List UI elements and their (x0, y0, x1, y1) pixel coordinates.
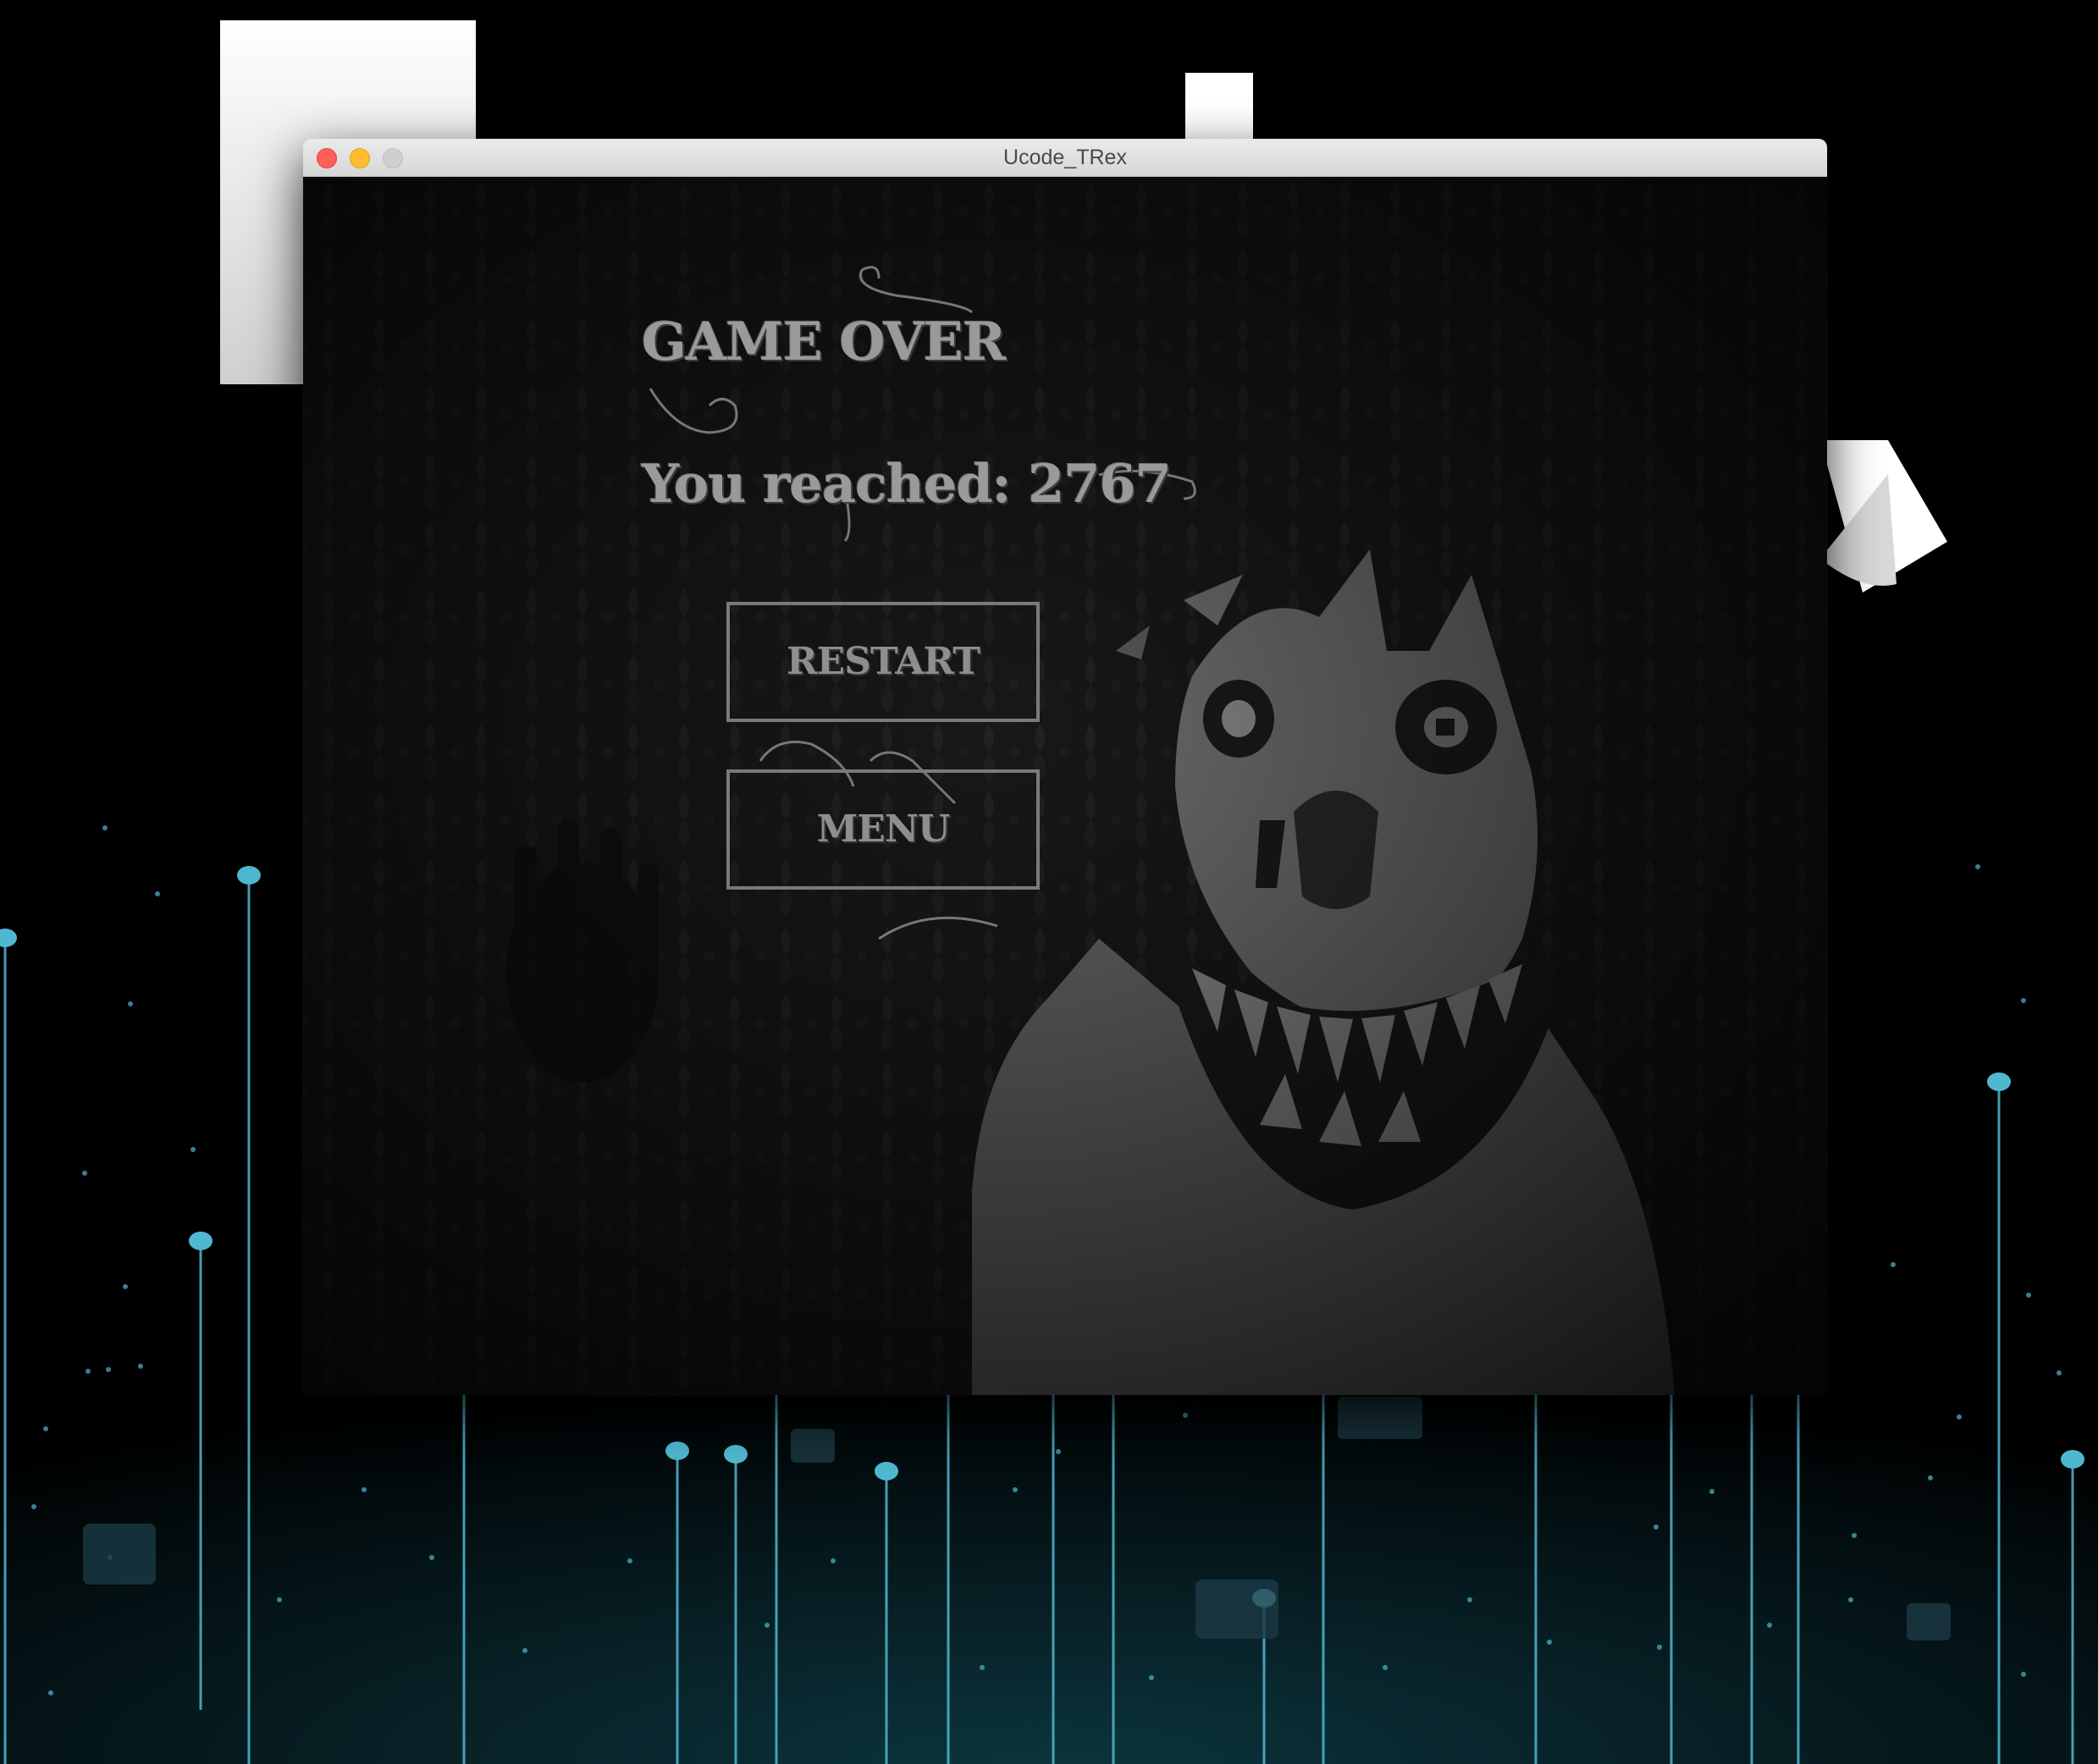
score-text: You reached: 2767 (642, 453, 1172, 515)
game-over-title: GAME OVER (642, 311, 1006, 372)
window-titlebar[interactable]: Ucode_TRex (303, 139, 1827, 177)
restart-button-label: RESTART (787, 640, 980, 683)
window-title: Ucode_TRex (1003, 146, 1127, 169)
restart-button[interactable]: RESTART (726, 602, 1040, 722)
menu-button-label: MENU (816, 808, 951, 851)
game-background-art (303, 177, 1827, 1395)
game-window: Ucode_TRex GAME OVER You reached: 2767 R… (303, 139, 1827, 1395)
menu-button[interactable]: MENU (726, 769, 1040, 890)
game-over-screen: GAME OVER You reached: 2767 RESTART MENU (303, 177, 1827, 1395)
